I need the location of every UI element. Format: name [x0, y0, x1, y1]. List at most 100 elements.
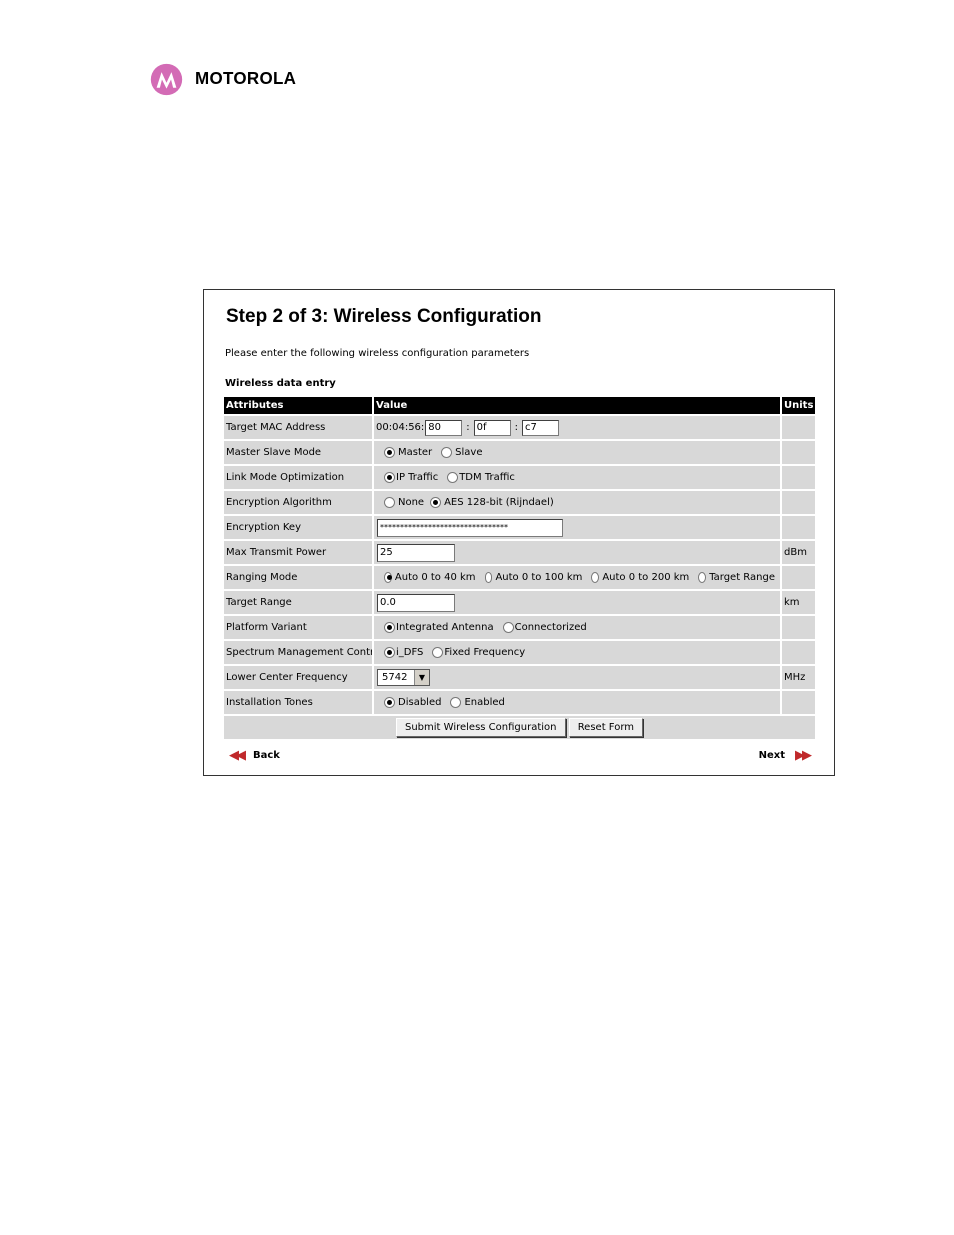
- double-arrow-left-icon: ◀◀: [229, 748, 246, 763]
- ranging-100km-label: Auto 0 to 100 km: [495, 572, 583, 583]
- fixed-frequency-label: Fixed Frequency: [444, 647, 526, 658]
- tdm-traffic-radio-label: TDM Traffic: [459, 472, 515, 483]
- integrated-antenna-radio[interactable]: [384, 622, 395, 633]
- ranging-target-range-radio[interactable]: [698, 572, 707, 583]
- reset-form-button[interactable]: Reset Form: [568, 718, 643, 737]
- table-header-row: Attributes Value Units: [224, 397, 815, 414]
- fixed-frequency-radio[interactable]: [432, 647, 444, 658]
- slave-radio-label: Slave: [455, 447, 483, 458]
- mac-separator: :: [514, 422, 519, 433]
- brand-header: MOTOROLA: [150, 62, 296, 96]
- row-value: IP Traffic TDM Traffic: [374, 466, 782, 489]
- row-label: Master Slave Mode: [224, 441, 374, 464]
- ip-traffic-radio-label: IP Traffic: [396, 472, 439, 483]
- row-label: Target Range: [224, 591, 374, 614]
- mac-octet-3-input[interactable]: [522, 419, 560, 436]
- row-value: Integrated Antenna Connectorized: [374, 616, 782, 639]
- back-label: Back: [253, 750, 280, 761]
- form-actions-row: Submit Wireless Configuration Reset Form: [224, 716, 815, 739]
- ranging-40km-radio[interactable]: [384, 572, 392, 583]
- motorola-logo-icon: [150, 63, 183, 95]
- row-label: Ranging Mode: [224, 566, 374, 589]
- encryption-none-label: None: [398, 497, 425, 508]
- row-units: [782, 566, 815, 589]
- mac-octet-2-input[interactable]: [473, 419, 511, 436]
- submit-wireless-configuration-button[interactable]: Submit Wireless Configuration: [396, 718, 566, 737]
- row-units: km: [782, 591, 815, 614]
- table-row: Installation Tones Disabled Enabled: [224, 691, 815, 714]
- row-units: MHz: [782, 666, 815, 689]
- row-value: 00:04:56: : :: [374, 416, 782, 439]
- row-label: Link Mode Optimization: [224, 466, 374, 489]
- tones-enabled-label: Enabled: [464, 697, 505, 708]
- row-label: Lower Center Frequency: [224, 666, 374, 689]
- ip-traffic-radio[interactable]: [384, 472, 395, 483]
- tdm-traffic-radio[interactable]: [447, 472, 459, 483]
- table-row: Ranging Mode Auto 0 to 40 km Auto 0 to 1…: [224, 566, 815, 589]
- row-value: [374, 541, 782, 564]
- slave-radio[interactable]: [441, 447, 453, 458]
- header-attributes: Attributes: [224, 397, 374, 414]
- section-label: Wireless data entry: [225, 378, 336, 389]
- double-arrow-right-icon: ▶▶: [795, 748, 812, 763]
- row-units: [782, 491, 815, 514]
- brand-name: MOTOROLA: [195, 68, 297, 89]
- form-actions: Submit Wireless Configuration Reset Form: [224, 716, 815, 739]
- table-row: Spectrum Management Control i_DFS Fixed …: [224, 641, 815, 664]
- master-radio-label: Master: [398, 447, 433, 458]
- tones-disabled-radio[interactable]: [384, 697, 395, 708]
- encryption-aes-radio[interactable]: [430, 497, 442, 508]
- row-units: dBm: [782, 541, 815, 564]
- master-radio[interactable]: [384, 447, 395, 458]
- next-link[interactable]: Next ▶▶: [758, 748, 812, 763]
- back-link[interactable]: ◀◀ Back: [229, 748, 280, 763]
- table-row: Target Range km: [224, 591, 815, 614]
- ranging-200km-radio[interactable]: [591, 572, 600, 583]
- encryption-none-radio[interactable]: [384, 497, 395, 508]
- lower-center-frequency-select[interactable]: 5742 ▼: [377, 669, 430, 686]
- chevron-down-icon[interactable]: ▼: [414, 670, 429, 685]
- ranging-200km-label: Auto 0 to 200 km: [602, 572, 690, 583]
- max-transmit-power-input[interactable]: [377, 543, 455, 562]
- ranging-target-range-label: Target Range: [709, 572, 775, 583]
- table-row: Lower Center Frequency 5742 ▼ MHz: [224, 666, 815, 689]
- row-value: Auto 0 to 40 km Auto 0 to 100 km Auto 0 …: [374, 566, 782, 589]
- row-label: Encryption Algorithm: [224, 491, 374, 514]
- ranging-100km-radio[interactable]: [484, 572, 493, 583]
- config-table: Attributes Value Units Target MAC Addres…: [224, 395, 815, 741]
- table-row: Encryption Key: [224, 516, 815, 539]
- table-row: Platform Variant Integrated Antenna Conn…: [224, 616, 815, 639]
- tones-enabled-radio[interactable]: [450, 697, 462, 708]
- row-value: Disabled Enabled: [374, 691, 782, 714]
- row-label: Target MAC Address: [224, 416, 374, 439]
- header-units: Units: [782, 397, 815, 414]
- row-label: Spectrum Management Control: [224, 641, 374, 664]
- row-units: [782, 641, 815, 664]
- header-value: Value: [374, 397, 782, 414]
- row-value: [374, 516, 782, 539]
- encryption-key-input[interactable]: [377, 518, 563, 537]
- row-value: Master Slave: [374, 441, 782, 464]
- next-label: Next: [758, 750, 785, 761]
- row-units: [782, 516, 815, 539]
- row-units: [782, 441, 815, 464]
- row-units: [782, 691, 815, 714]
- page-title: Step 2 of 3: Wireless Configuration: [226, 306, 542, 327]
- connectorized-radio[interactable]: [502, 622, 514, 633]
- mac-octet-1-input[interactable]: [425, 419, 463, 436]
- row-units: [782, 616, 815, 639]
- row-value: None AES 128-bit (Rijndael): [374, 491, 782, 514]
- row-value: i_DFS Fixed Frequency: [374, 641, 782, 664]
- idfs-radio[interactable]: [384, 647, 395, 658]
- target-range-input[interactable]: [377, 593, 455, 612]
- mac-separator: :: [466, 422, 470, 433]
- table-row: Max Transmit Power dBm: [224, 541, 815, 564]
- row-units: [782, 416, 815, 439]
- row-label: Encryption Key: [224, 516, 374, 539]
- table-row: Encryption Algorithm None AES 128-bit (R…: [224, 491, 815, 514]
- table-row: Master Slave Mode Master Slave: [224, 441, 815, 464]
- connectorized-label: Connectorized: [514, 622, 587, 633]
- table-row: Target MAC Address 00:04:56: : :: [224, 416, 815, 439]
- wireless-config-panel: Step 2 of 3: Wireless Configuration Plea…: [203, 289, 835, 776]
- encryption-aes-label: AES 128-bit (Rijndael): [444, 497, 554, 508]
